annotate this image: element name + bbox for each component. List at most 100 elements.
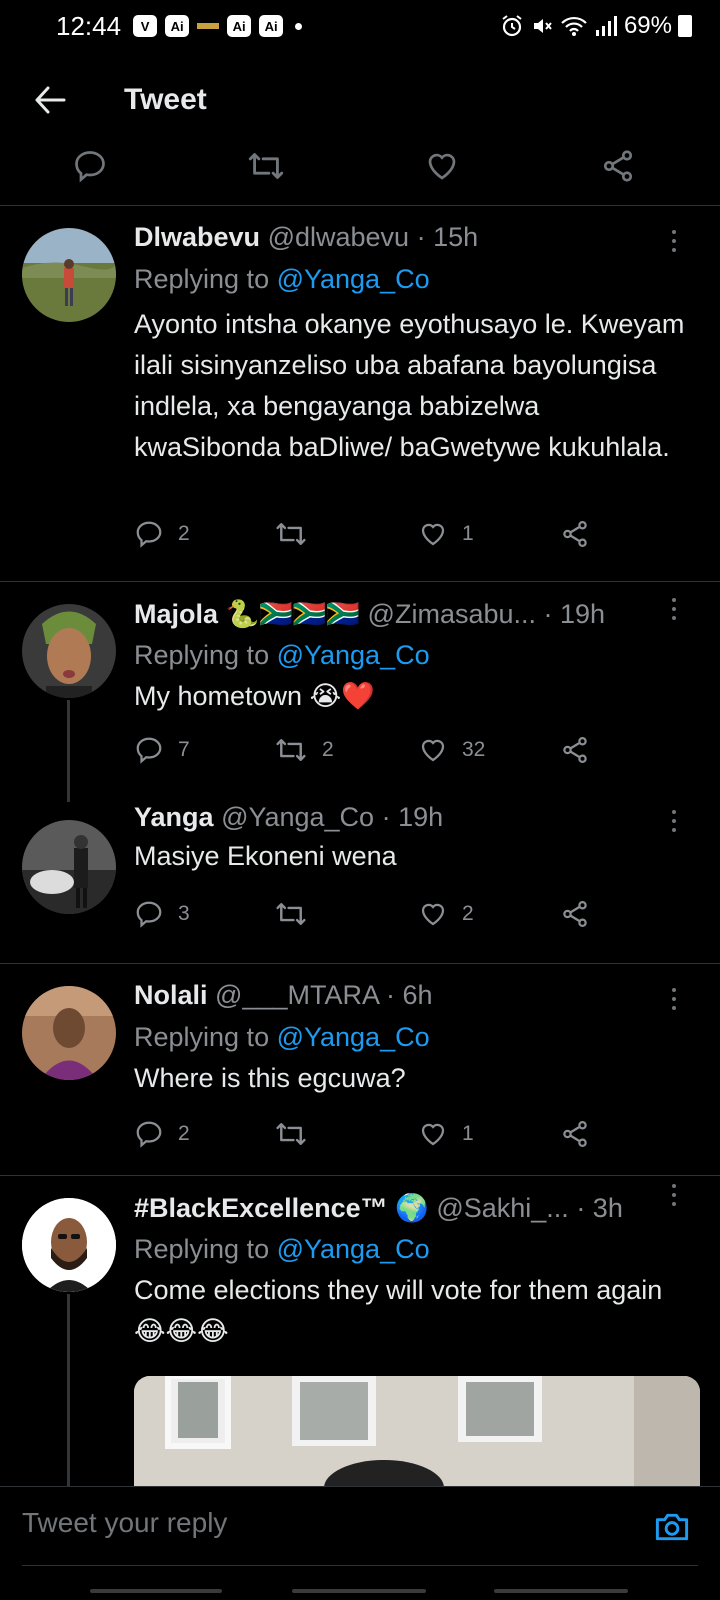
like-button[interactable]: 1 xyxy=(418,1116,474,1152)
camera-button[interactable] xyxy=(644,1499,700,1555)
back-button[interactable] xyxy=(20,70,80,130)
tweet-time: · 15h xyxy=(416,222,479,252)
nav-bar-recents[interactable] xyxy=(90,1589,222,1593)
tweet-time: · 19h xyxy=(543,599,606,629)
tweet-text: Where is this egcuwa? xyxy=(134,1063,406,1093)
nav-bar-home[interactable] xyxy=(292,1589,426,1593)
thread-line xyxy=(67,700,70,802)
like-count: 1 xyxy=(462,1122,474,1145)
replying-to: Replying to @Yanga_Co xyxy=(134,640,430,671)
mention-link[interactable]: @Yanga_Co xyxy=(277,1022,430,1052)
status-bar: 12:44 V Ai Ai Ai 69% xyxy=(0,0,720,52)
tweet-text: Come elections they will vote for them a… xyxy=(134,1275,663,1346)
reply-button[interactable]: 2 xyxy=(134,516,190,552)
avatar[interactable] xyxy=(22,820,116,914)
mention-link[interactable]: @Yanga_Co xyxy=(277,1234,430,1264)
share-icon xyxy=(563,737,587,763)
author-name[interactable]: Majola xyxy=(134,599,218,629)
retweet-button[interactable]: 2 xyxy=(274,732,334,768)
thread-line xyxy=(67,1294,70,1486)
share-button[interactable] xyxy=(560,516,590,552)
battery-icon xyxy=(678,15,692,37)
more-options-icon[interactable] xyxy=(668,810,680,832)
wifi-icon xyxy=(561,16,587,36)
tweet-time: · 6h xyxy=(386,980,433,1010)
author-name[interactable]: Nolali xyxy=(134,980,208,1010)
like-count: 1 xyxy=(462,522,474,545)
like-count: 32 xyxy=(462,738,486,761)
more-options-icon[interactable] xyxy=(668,598,680,620)
author-handle: @Sakhi_... xyxy=(436,1193,569,1223)
like-button[interactable]: 2 xyxy=(418,896,474,932)
tweet-media-image[interactable] xyxy=(134,1376,700,1486)
reply-composer: Tweet your reply xyxy=(0,1486,720,1600)
reply-divider xyxy=(22,1565,698,1566)
author-handle: @Zimasabu... xyxy=(367,599,537,629)
nav-bar-back[interactable] xyxy=(494,1589,628,1593)
comment-icon xyxy=(136,737,162,764)
share-button[interactable] xyxy=(560,896,590,932)
retweet-button[interactable] xyxy=(274,896,322,932)
tweet-item[interactable]: Yanga @Yanga_Co · 19h Masiye Ekoneni wen… xyxy=(0,802,720,964)
mention-link[interactable]: @Yanga_Co xyxy=(277,264,430,294)
share-button[interactable] xyxy=(560,732,590,768)
share-icon xyxy=(563,901,587,927)
notification-badge-ai: Ai xyxy=(165,15,190,37)
notification-mini-icon xyxy=(197,23,220,29)
notification-badge-ai: Ai xyxy=(227,15,252,37)
like-count: 2 xyxy=(462,902,474,925)
tweet-item[interactable]: Majola 🐍🇿🇦🇿🇦🇿🇦 @Zimasabu... · 19h Replyi… xyxy=(0,582,720,802)
reply-input[interactable]: Tweet your reply xyxy=(22,1507,227,1539)
reply-count: 7 xyxy=(178,738,190,761)
retweet-icon xyxy=(276,739,306,761)
retweet-button[interactable] xyxy=(274,516,322,552)
like-button[interactable]: 1 xyxy=(418,516,474,552)
reply-button[interactable] xyxy=(70,148,110,184)
author-name[interactable]: #BlackExcellence™ xyxy=(134,1193,388,1223)
tweet-text: My hometown 😭❤️ xyxy=(134,681,375,711)
replying-prefix: Replying to xyxy=(134,1234,277,1264)
author-name[interactable]: Yanga xyxy=(134,802,214,832)
retweet-icon xyxy=(248,153,284,179)
tweet-actions: 2 1 xyxy=(134,1116,614,1152)
heart-icon xyxy=(428,153,456,180)
reply-button[interactable]: 7 xyxy=(134,732,190,768)
more-options-icon[interactable] xyxy=(668,988,680,1010)
author-handle: @dlwabevu xyxy=(267,222,410,252)
author-name[interactable]: Dlwabevu xyxy=(134,222,260,252)
replying-to: Replying to @Yanga_Co xyxy=(134,1234,430,1265)
replying-to: Replying to @Yanga_Co xyxy=(134,264,430,295)
signal-icon xyxy=(595,16,617,36)
avatar[interactable] xyxy=(22,228,116,322)
name-emoji: 🌍 xyxy=(395,1193,429,1223)
tweet-item[interactable]: Dlwabevu @dlwabevu · 15h Replying to @Ya… xyxy=(0,206,720,582)
tweet-item[interactable]: Nolali @___MTARA · 6h Replying to @Yanga… xyxy=(0,964,720,1176)
avatar[interactable] xyxy=(22,986,116,1080)
heart-icon xyxy=(421,1123,445,1146)
page-title: Tweet xyxy=(124,83,207,116)
more-options-icon[interactable] xyxy=(668,230,680,252)
notification-badge-v: V xyxy=(133,15,158,37)
reply-button[interactable]: 2 xyxy=(134,1116,190,1152)
retweet-button[interactable] xyxy=(274,1116,322,1152)
avatar[interactable] xyxy=(22,1198,116,1292)
tweet-text: Masiye Ekoneni wena xyxy=(134,841,397,871)
like-button[interactable] xyxy=(422,148,462,184)
main-tweet-actions xyxy=(0,148,720,206)
tweet-actions: 7 2 32 xyxy=(134,732,614,768)
replying-to: Replying to @Yanga_Co xyxy=(134,1022,430,1053)
tweet-text: Ayonto intsha okanye eyothusayo le. Kwey… xyxy=(134,309,685,462)
author-handle: @Yanga_Co xyxy=(221,802,375,832)
avatar[interactable] xyxy=(22,604,116,698)
tweet-meta: Yanga @Yanga_Co · 19h xyxy=(134,802,680,833)
retweet-button[interactable] xyxy=(246,148,286,184)
like-button[interactable]: 32 xyxy=(418,732,485,768)
heart-icon xyxy=(421,739,445,762)
tweet-meta: Nolali @___MTARA · 6h xyxy=(134,980,680,1011)
share-button[interactable] xyxy=(598,148,638,184)
more-options-icon[interactable] xyxy=(668,1184,680,1206)
comment-icon xyxy=(136,901,162,928)
mention-link[interactable]: @Yanga_Co xyxy=(277,640,430,670)
share-button[interactable] xyxy=(560,1116,590,1152)
reply-button[interactable]: 3 xyxy=(134,896,190,932)
